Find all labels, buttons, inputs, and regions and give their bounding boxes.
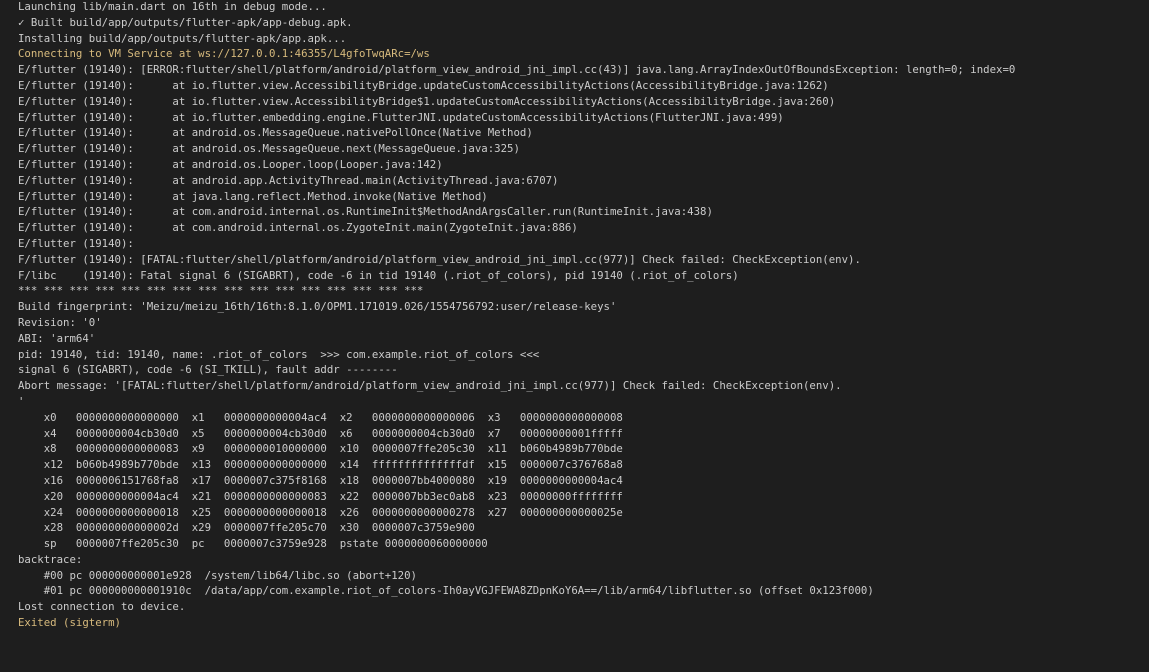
console-line: *** *** *** *** *** *** *** *** *** *** … [18,284,424,298]
console-line: Exited (sigterm) [18,616,121,630]
console-line: x4 0000000004cb30d0 x5 0000000004cb30d0 … [18,426,623,440]
console-line: x0 0000000000000000 x1 0000000000004ac4 … [18,410,623,424]
console-output: Launching lib/main.dart on 16th in debug… [18,0,1149,631]
console-line: x16 0000006151768fa8 x17 0000007c375f816… [18,473,623,487]
console-line: Revision: '0' [18,315,102,329]
debug-console[interactable]: Launching lib/main.dart on 16th in debug… [0,0,1149,672]
console-line: x28 000000000000002d x29 0000007ffe205c7… [18,521,475,535]
console-line: E/flutter (19140): [18,236,134,250]
console-line: E/flutter (19140): at android.os.Message… [18,142,520,156]
console-line: x20 0000000000004ac4 x21 000000000000008… [18,489,623,503]
console-line: #01 pc 000000000001910c /data/app/com.ex… [18,584,874,598]
console-line: sp 0000007ffe205c30 pc 0000007c3759e928 … [18,537,488,551]
console-line: ABI: 'arm64' [18,331,96,345]
console-line: E/flutter (19140): at android.os.Message… [18,126,533,140]
console-line: E/flutter (19140): at android.app.Activi… [18,173,559,187]
console-line: Build fingerprint: 'Meizu/meizu_16th/16t… [18,300,617,314]
console-line: ' [18,394,25,408]
console-line: signal 6 (SIGABRT), code -6 (SI_TKILL), … [18,363,398,377]
console-line: Lost connection to device. [18,600,186,614]
console-line: x8 0000000000000083 x9 0000000010000000 … [18,442,623,456]
console-line: backtrace: [18,552,83,566]
console-line: E/flutter (19140): [ERROR:flutter/shell/… [18,63,1016,77]
console-line: pid: 19140, tid: 19140, name: .riot_of_c… [18,347,540,361]
console-line: Connecting to VM Service at ws://127.0.0… [18,47,430,61]
console-line: #00 pc 000000000001e928 /system/lib64/li… [18,568,417,582]
console-line: x12 b060b4989b770bde x13 000000000000000… [18,458,623,472]
console-line: ✓ Built build/app/outputs/flutter-apk/ap… [18,15,353,29]
console-line: Launching lib/main.dart on 16th in debug… [18,0,327,13]
console-line: E/flutter (19140): at com.android.intern… [18,205,713,219]
console-line: E/flutter (19140): at io.flutter.view.Ac… [18,78,829,92]
console-line: F/libc (19140): Fatal signal 6 (SIGABRT)… [18,268,739,282]
console-line: E/flutter (19140): at com.android.intern… [18,221,578,235]
console-line: E/flutter (19140): at android.os.Looper.… [18,157,443,171]
console-line: Abort message: '[FATAL:flutter/shell/pla… [18,379,842,393]
console-line: E/flutter (19140): at io.flutter.view.Ac… [18,94,836,108]
console-line: Installing build/app/outputs/flutter-apk… [18,31,347,45]
console-line: x24 0000000000000018 x25 000000000000001… [18,505,623,519]
console-line: E/flutter (19140): at java.lang.reflect.… [18,189,488,203]
console-line: E/flutter (19140): at io.flutter.embeddi… [18,110,784,124]
console-line: F/flutter (19140): [FATAL:flutter/shell/… [18,252,861,266]
